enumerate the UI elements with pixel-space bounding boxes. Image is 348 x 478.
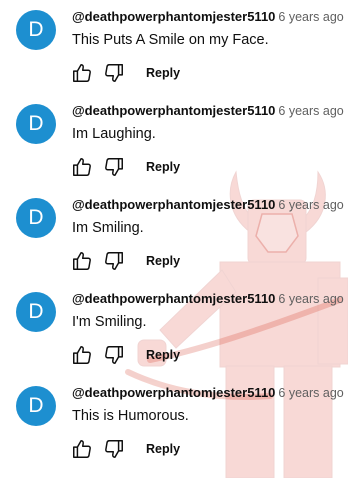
comment-item: D @deathpowerphantomjester5110 6 years ag… — [0, 94, 348, 188]
comment-text: I'm Smiling. — [72, 314, 147, 330]
like-button[interactable] — [70, 437, 94, 461]
comment-timestamp[interactable]: 6 years ago — [278, 386, 343, 400]
thumb-up-icon — [73, 440, 91, 458]
comment-timestamp[interactable]: 6 years ago — [278, 10, 343, 24]
avatar[interactable]: D — [16, 198, 56, 238]
dislike-button[interactable] — [102, 249, 126, 273]
comment-actions: Reply — [70, 437, 180, 461]
comment-header: @deathpowerphantomjester5110 6 years ago — [72, 196, 344, 214]
comment-text: This Puts A Smile on my Face. — [72, 32, 269, 48]
comment-actions: Reply — [70, 61, 180, 85]
reply-button[interactable]: Reply — [146, 348, 180, 362]
thumb-up-icon — [73, 158, 91, 176]
comment-item: D @deathpowerphantomjester5110 6 years ag… — [0, 0, 348, 94]
comment-item: D @deathpowerphantomjester5110 6 years ag… — [0, 376, 348, 470]
comment-author[interactable]: @deathpowerphantomjester5110 — [72, 197, 275, 212]
comment-timestamp[interactable]: 6 years ago — [278, 292, 343, 306]
comment-timestamp[interactable]: 6 years ago — [278, 104, 343, 118]
reply-button[interactable]: Reply — [146, 442, 180, 456]
like-button[interactable] — [70, 249, 94, 273]
comment-header: @deathpowerphantomjester5110 6 years ago — [72, 8, 344, 26]
comment-item: D @deathpowerphantomjester5110 6 years ag… — [0, 282, 348, 376]
comment-text: Im Smiling. — [72, 220, 144, 236]
dislike-button[interactable] — [102, 343, 126, 367]
comment-actions: Reply — [70, 249, 180, 273]
avatar[interactable]: D — [16, 292, 56, 332]
comment-header: @deathpowerphantomjester5110 6 years ago — [72, 290, 344, 308]
dislike-button[interactable] — [102, 437, 126, 461]
thumb-up-icon — [73, 64, 91, 82]
comment-header: @deathpowerphantomjester5110 6 years ago — [72, 384, 344, 402]
comment-author[interactable]: @deathpowerphantomjester5110 — [72, 103, 275, 118]
thumb-down-icon — [105, 346, 123, 364]
avatar[interactable]: D — [16, 10, 56, 50]
comment-text: This is Humorous. — [72, 408, 189, 424]
reply-button[interactable]: Reply — [146, 66, 180, 80]
dislike-button[interactable] — [102, 155, 126, 179]
like-button[interactable] — [70, 343, 94, 367]
comment-timestamp[interactable]: 6 years ago — [278, 198, 343, 212]
avatar[interactable]: D — [16, 386, 56, 426]
comment-actions: Reply — [70, 343, 180, 367]
thumb-down-icon — [105, 440, 123, 458]
like-button[interactable] — [70, 155, 94, 179]
thumb-up-icon — [73, 346, 91, 364]
reply-button[interactable]: Reply — [146, 254, 180, 268]
thumb-down-icon — [105, 64, 123, 82]
avatar[interactable]: D — [16, 104, 56, 144]
thumb-up-icon — [73, 252, 91, 270]
comment-author[interactable]: @deathpowerphantomjester5110 — [72, 9, 275, 24]
comment-author[interactable]: @deathpowerphantomjester5110 — [72, 385, 275, 400]
thumb-down-icon — [105, 252, 123, 270]
comment-header: @deathpowerphantomjester5110 6 years ago — [72, 102, 344, 120]
comment-item: D @deathpowerphantomjester5110 6 years ag… — [0, 188, 348, 282]
comment-actions: Reply — [70, 155, 180, 179]
reply-button[interactable]: Reply — [146, 160, 180, 174]
like-button[interactable] — [70, 61, 94, 85]
dislike-button[interactable] — [102, 61, 126, 85]
comment-author[interactable]: @deathpowerphantomjester5110 — [72, 291, 275, 306]
thumb-down-icon — [105, 158, 123, 176]
comment-text: Im Laughing. — [72, 126, 156, 142]
